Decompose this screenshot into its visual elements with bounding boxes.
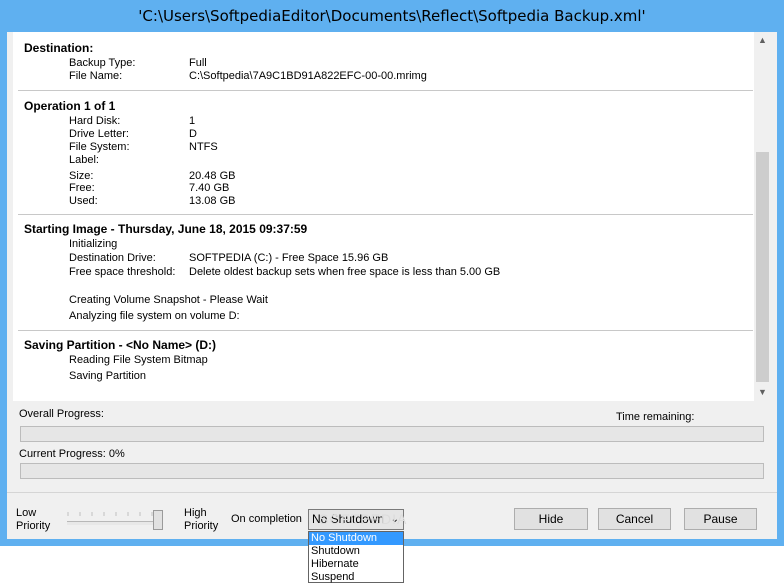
backup-type-value: Full: [189, 57, 207, 69]
high-priority-line1: High: [184, 507, 207, 519]
drive-letter-label: Drive Letter:: [69, 128, 129, 140]
time-remaining-label: Time remaining:: [616, 411, 695, 423]
drive-letter-value: D: [189, 128, 197, 140]
softpedia-watermark: SOFTPEDIA: [319, 511, 408, 527]
file-system-label: File System:: [69, 141, 130, 153]
on-completion-dropdown: No Shutdown Shutdown Hibernate Suspend: [308, 531, 404, 583]
destination-drive-label: Destination Drive:: [69, 252, 156, 264]
low-priority-line2: Priority: [16, 520, 51, 532]
initializing-text: Initializing: [69, 238, 118, 250]
free-label: Free:: [69, 182, 95, 194]
section-divider: [18, 330, 753, 331]
low-priority-line1: Low: [16, 507, 37, 519]
size-label: Size:: [69, 170, 94, 182]
footer-divider: [7, 492, 777, 493]
overall-progress-label: Overall Progress:: [19, 408, 104, 420]
destination-drive-value: SOFTPEDIA (C:) - Free Space 15.96 GB: [189, 252, 389, 264]
pause-button[interactable]: Pause: [684, 508, 757, 530]
current-progress-value: 0%: [108, 448, 125, 460]
saving-partition-title: Saving Partition - <No Name> (D:): [24, 338, 217, 352]
analyzing-text: Analyzing file system on volume D:: [69, 310, 240, 322]
on-completion-label: On completion: [231, 513, 302, 525]
starting-image-title: Starting Image - Thursday, June 18, 2015…: [24, 222, 308, 236]
operation-title: Operation 1 of 1: [24, 99, 116, 113]
overall-progress-bar: [20, 426, 764, 442]
threshold-value: Delete oldest backup sets when free spac…: [189, 266, 501, 278]
threshold-label: Free space threshold:: [69, 266, 176, 278]
priority-slider-track[interactable]: [67, 521, 161, 525]
file-name-value: C:\Softpedia\7A9C1BD91A822EFC-00-00.mrim…: [189, 70, 427, 82]
scrollbar-thumb[interactable]: [756, 152, 769, 382]
starting-image-section: Starting Image - Thursday, June 18, 2015…: [24, 222, 747, 236]
high-priority-label: High Priority: [184, 507, 218, 533]
log-scrollbar[interactable]: ▲ ▼: [754, 32, 771, 401]
option-suspend[interactable]: Suspend: [309, 571, 403, 584]
volume-label-label: Label:: [69, 154, 99, 166]
file-name-label: File Name:: [69, 70, 123, 82]
free-value: 7.40 GB: [189, 182, 230, 194]
used-label: Used:: [69, 195, 98, 207]
used-value: 13.08 GB: [189, 195, 236, 207]
option-no-shutdown[interactable]: No Shutdown: [309, 532, 403, 545]
hard-disk-value: 1: [189, 115, 196, 127]
backup-type-label: Backup Type:: [69, 57, 136, 69]
destination-section: Destination:: [24, 41, 747, 55]
section-divider: [18, 214, 753, 215]
scroll-up-icon[interactable]: ▲: [754, 32, 771, 49]
hide-button[interactable]: Hide: [514, 508, 588, 530]
reflect-window: 'C:\Users\SoftpediaEditor\Documents\Refl…: [0, 0, 784, 546]
current-progress-label: Current Progress: 0%: [19, 448, 125, 460]
window-client: Destination: Backup Type: Full File Name…: [7, 32, 777, 539]
saving-partition-section: Saving Partition - <No Name> (D:): [24, 338, 747, 352]
high-priority-line2: Priority: [184, 520, 219, 532]
log-panel[interactable]: Destination: Backup Type: Full File Name…: [13, 32, 771, 401]
scroll-down-icon[interactable]: ▼: [754, 384, 771, 401]
saving-partition-text: Saving Partition: [69, 370, 147, 382]
option-hibernate[interactable]: Hibernate: [309, 558, 403, 571]
window-title: 'C:\Users\SoftpediaEditor\Documents\Refl…: [138, 7, 646, 25]
current-progress-text: Current Progress:: [19, 448, 106, 460]
slider-ticks: [67, 512, 161, 516]
section-divider: [18, 90, 753, 91]
low-priority-label: Low Priority: [16, 507, 50, 533]
option-shutdown[interactable]: Shutdown: [309, 545, 403, 558]
destination-title: Destination:: [24, 41, 94, 55]
hard-disk-label: Hard Disk:: [69, 115, 121, 127]
cancel-button[interactable]: Cancel: [598, 508, 671, 530]
current-progress-bar: [20, 463, 764, 479]
priority-slider-thumb[interactable]: [153, 510, 163, 530]
reading-bitmap-text: Reading File System Bitmap: [69, 354, 208, 366]
size-value: 20.48 GB: [189, 170, 236, 182]
operation-section: Operation 1 of 1: [24, 99, 747, 113]
file-system-value: NTFS: [189, 141, 218, 153]
snapshot-text: Creating Volume Snapshot - Please Wait: [69, 294, 268, 306]
